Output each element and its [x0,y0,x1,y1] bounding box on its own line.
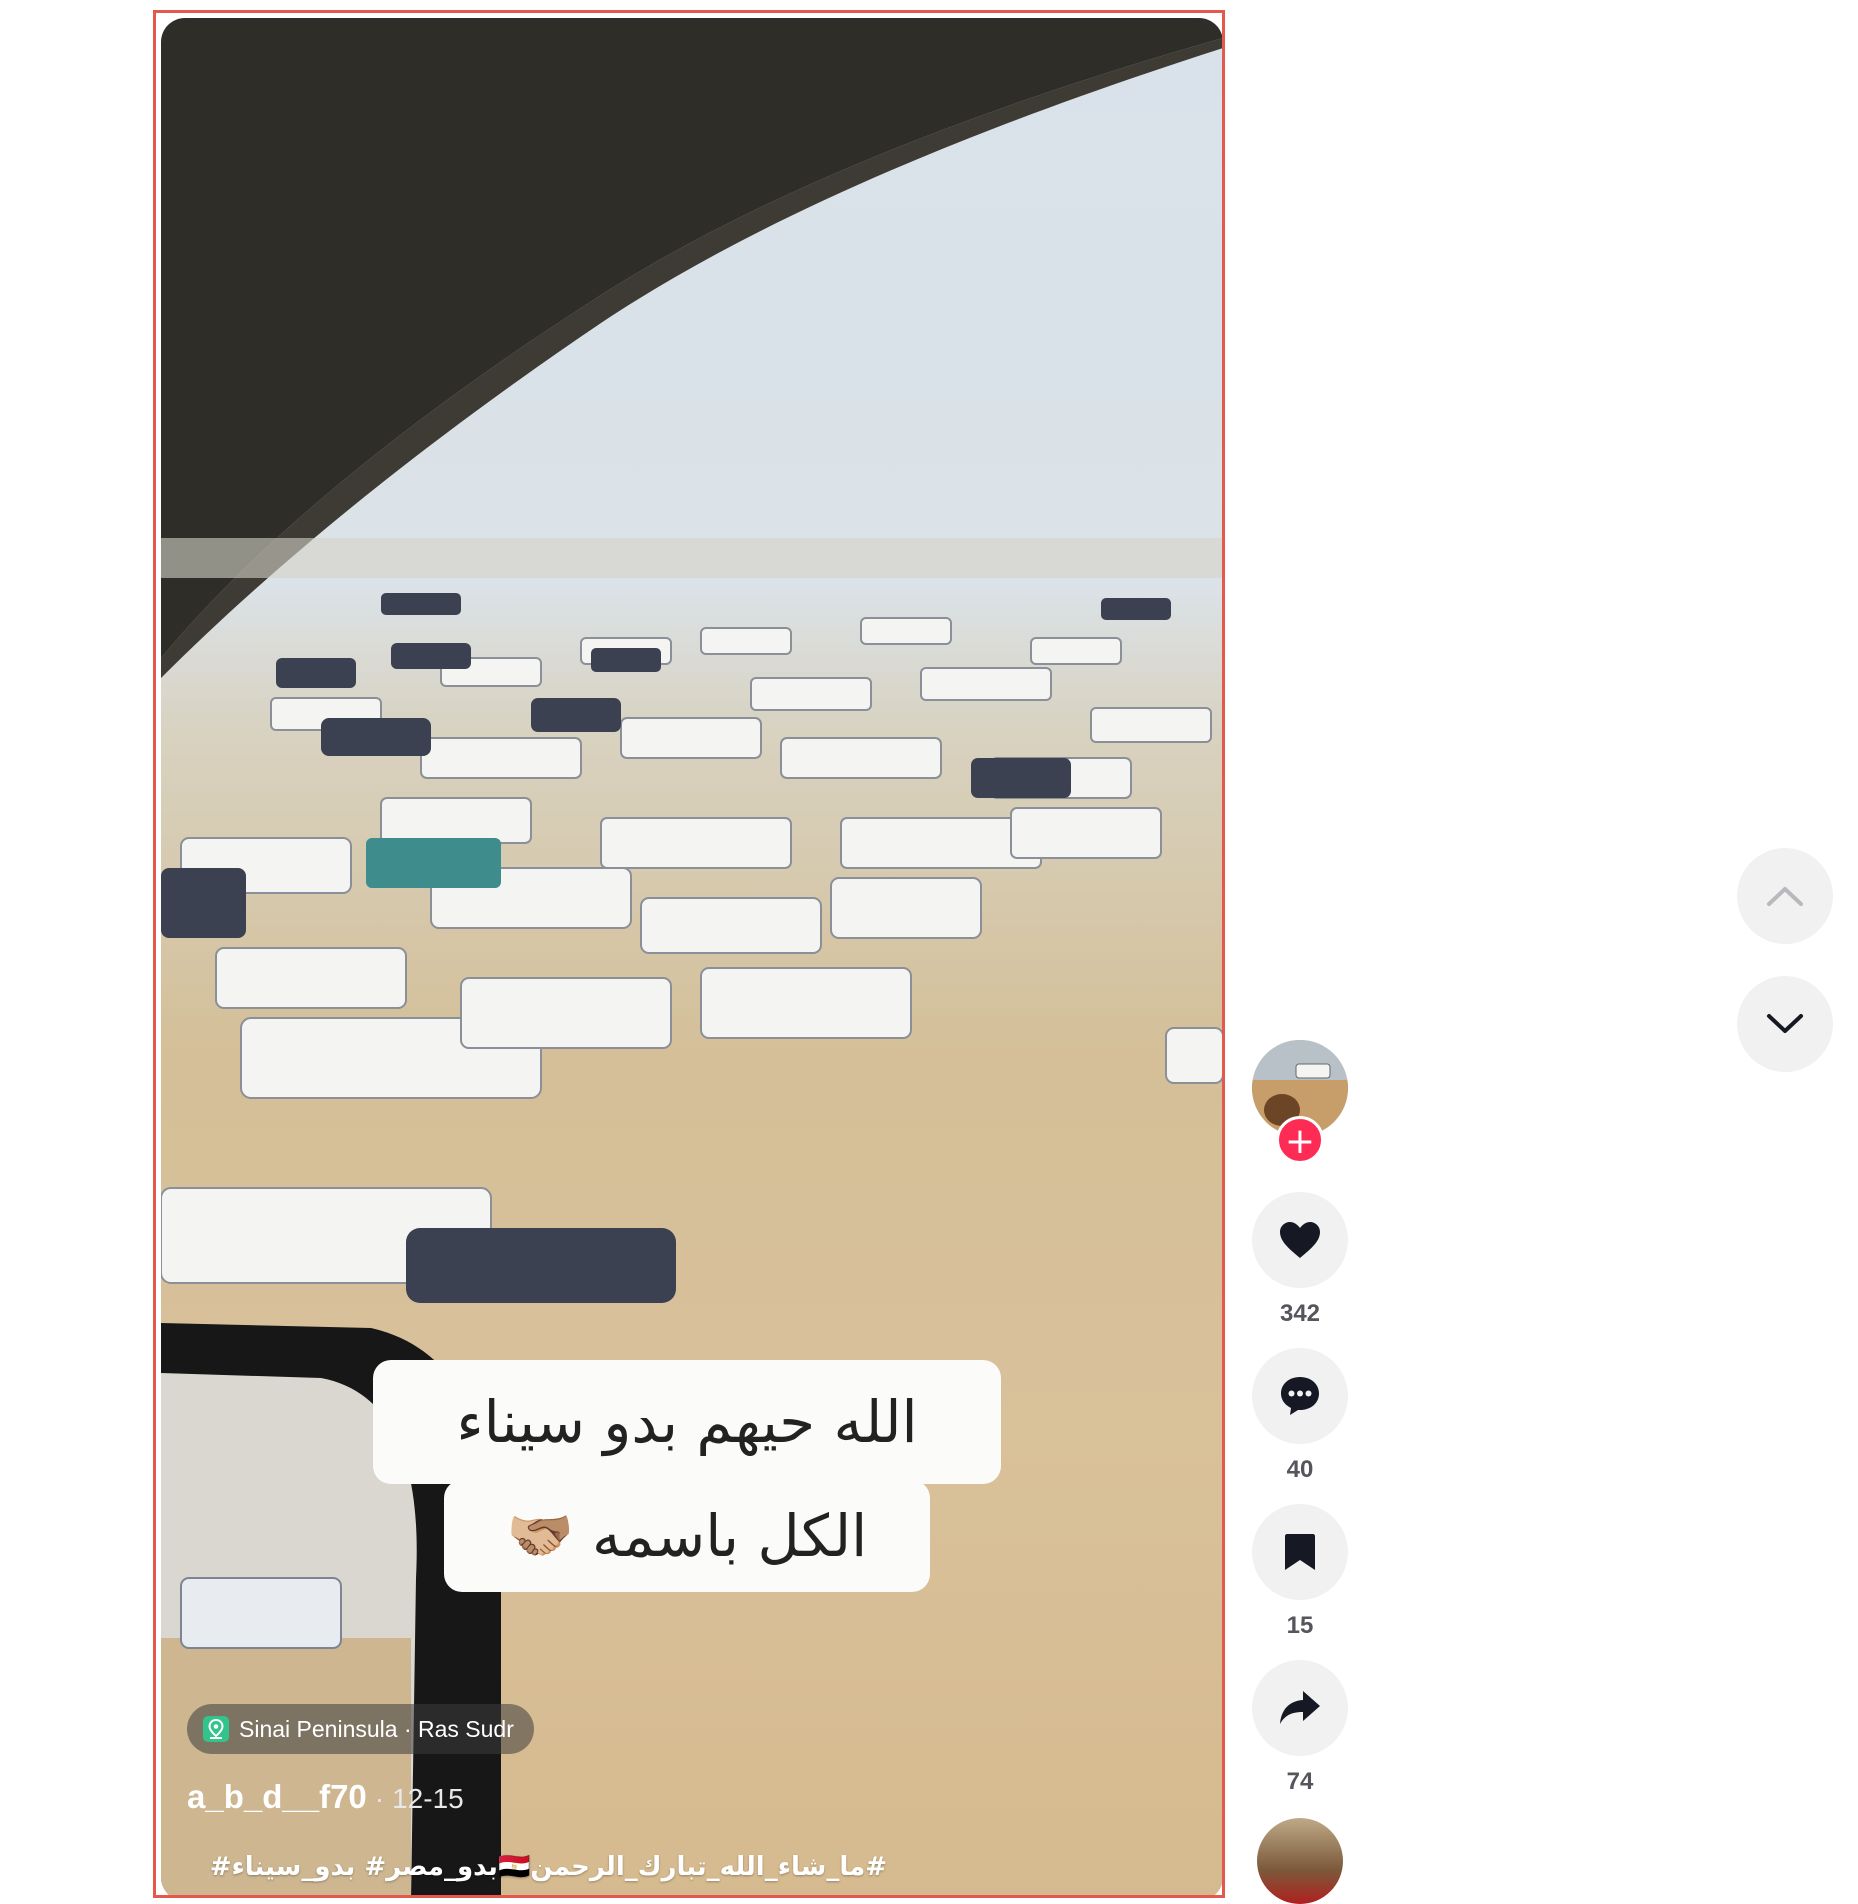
follow-button[interactable]: + [1276,1116,1324,1164]
share-arrow-icon [1280,1691,1320,1724]
share-count: 74 [1286,1768,1314,1795]
comment-bubble-icon [1281,1377,1319,1415]
chevron-down-icon [1767,1014,1803,1033]
next-video-button[interactable] [1737,976,1833,1072]
comment-count: 40 [1286,1456,1314,1483]
bookmark-icon [1285,1534,1315,1570]
video-scene [161,18,1222,1895]
date-separator: · [374,1783,385,1814]
like-count: 342 [1279,1300,1321,1327]
save-button[interactable] [1252,1504,1348,1600]
comment-button[interactable] [1252,1348,1348,1444]
post-date: 12-15 [392,1783,464,1814]
next-creator-avatar[interactable] [1257,1818,1343,1904]
location-pin-icon [203,1716,229,1742]
video-caption-line-2-text: الكل باسمه [592,1502,868,1570]
location-text: Sinai Peninsula · Ras Sudr [239,1715,514,1742]
save-count: 15 [1286,1612,1314,1639]
video-frame: الله حيهم بدو سيناء الكل باسمه 🫱🏼‍🫲🏽 Sin… [153,10,1225,1898]
share-button[interactable] [1252,1660,1348,1756]
video-player[interactable]: الله حيهم بدو سيناء الكل باسمه 🫱🏼‍🫲🏽 Sin… [161,18,1222,1895]
video-caption-line-1: الله حيهم بدو سيناء [373,1360,1001,1484]
heart-icon [1280,1222,1320,1258]
chevron-up-icon [1767,887,1803,906]
location-tag[interactable]: Sinai Peninsula · Ras Sudr [187,1704,534,1754]
like-button[interactable] [1252,1192,1348,1288]
handshake-emoji: 🫱🏼‍🫲🏽 [506,1504,575,1567]
author-line: a_b_d__f70 · 12-15 [187,1778,464,1816]
previous-video-button[interactable] [1737,848,1833,944]
author-username[interactable]: a_b_d__f70 [187,1778,367,1816]
video-caption-line-2: الكل باسمه 🫱🏼‍🫲🏽 [444,1480,930,1592]
video-description[interactable]: #ما_شاء_الله_تبارك_الرحمن🇪🇬بدو_مصر# بدو_… [187,1852,887,1882]
